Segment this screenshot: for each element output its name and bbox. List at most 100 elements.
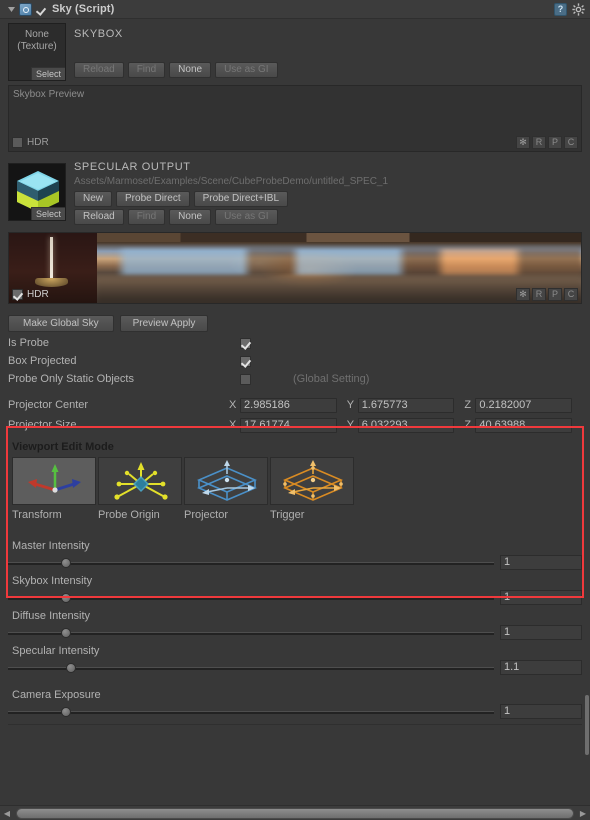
diffuse-intensity-slider-row: 1 bbox=[8, 625, 582, 640]
skybox-texture-thumbnail[interactable]: None (Texture) Select bbox=[8, 23, 66, 81]
specular-mode-c-button[interactable]: C bbox=[564, 288, 578, 301]
camera-exposure-knob[interactable] bbox=[61, 706, 72, 717]
is-probe-label: Is Probe bbox=[8, 337, 49, 349]
specular-none-button[interactable]: None bbox=[169, 209, 212, 225]
master-intensity-label: Master Intensity bbox=[12, 540, 90, 552]
skybox-select-button[interactable]: Select bbox=[30, 67, 65, 80]
toggle-row-is-probe[interactable]: Is Probe bbox=[0, 334, 590, 352]
specular-probe-direct-button[interactable]: Probe Direct bbox=[116, 191, 190, 207]
box-projected-checkbox[interactable] bbox=[240, 355, 251, 367]
projector-size-x-field[interactable]: X 17.61774 bbox=[229, 417, 337, 433]
box-projected-label: Box Projected bbox=[8, 355, 77, 367]
vem-button-probe-origin[interactable] bbox=[98, 457, 182, 505]
projector-size-x-value[interactable]: 17.61774 bbox=[240, 417, 337, 433]
projector-center-z-field[interactable]: Z 0.2182007 bbox=[464, 397, 572, 413]
specular-use-as-gi-button[interactable]: Use as GI bbox=[215, 209, 278, 225]
skybox-mode-r-button[interactable]: R bbox=[532, 136, 546, 149]
skybox-intensity-knob[interactable] bbox=[61, 592, 72, 603]
is-probe-checkbox[interactable] bbox=[240, 337, 251, 349]
specular-cubemap-thumbnail[interactable]: Select bbox=[8, 163, 66, 221]
slider-group-specular-intensity: Specular Intensity 1.1 bbox=[8, 640, 582, 675]
skybox-action-buttons: Reload Find None Use as GI bbox=[74, 62, 582, 78]
specular-intensity-slider-row: 1.1 bbox=[8, 660, 582, 675]
master-intensity-value[interactable]: 1 bbox=[500, 555, 582, 570]
camera-exposure-track[interactable] bbox=[8, 705, 494, 719]
skybox-reload-button[interactable]: Reload bbox=[74, 62, 124, 78]
skybox-use-as-gi-button[interactable]: Use as GI bbox=[215, 62, 278, 78]
specular-preview-mode-buttons: ✻ R P C bbox=[516, 288, 578, 301]
projector-size-y-value[interactable]: 6.032293 bbox=[357, 417, 455, 433]
specular-hdr-checkbox[interactable] bbox=[12, 289, 23, 300]
skybox-hdr-checkbox[interactable] bbox=[12, 137, 23, 148]
vertical-scrollbar-thumb[interactable] bbox=[585, 694, 589, 755]
specular-mode-p-button[interactable]: P bbox=[548, 288, 562, 301]
skybox-hdr-toggle[interactable]: HDR bbox=[12, 137, 49, 148]
specular-find-button[interactable]: Find bbox=[127, 209, 166, 225]
specular-hdr-toggle[interactable]: HDR bbox=[12, 289, 49, 300]
skybox-intensity-value[interactable]: 1 bbox=[500, 590, 582, 605]
specular-intensity-value[interactable]: 1.1 bbox=[500, 660, 582, 675]
skybox-preview-mode-buttons: ✻ R P C bbox=[516, 136, 578, 149]
scroll-left-arrow-icon[interactable]: ◀ bbox=[0, 807, 14, 820]
toggle-rows-group: Is Probe Box Projected Probe Only Static… bbox=[0, 334, 590, 388]
specular-preview-panel[interactable]: HDR ✻ R P C bbox=[8, 232, 582, 304]
scroll-right-arrow-icon[interactable]: ▶ bbox=[576, 807, 590, 820]
make-global-sky-button[interactable]: Make Global Sky bbox=[8, 315, 114, 332]
projector-center-y-value[interactable]: 1.675773 bbox=[357, 397, 455, 413]
camera-exposure-value[interactable]: 1 bbox=[500, 704, 582, 719]
component-enabled-checkbox[interactable] bbox=[37, 4, 48, 15]
foldout-arrow-icon[interactable] bbox=[6, 4, 17, 15]
toggle-row-box-projected[interactable]: Box Projected bbox=[0, 352, 590, 370]
vem-button-trigger[interactable] bbox=[270, 457, 354, 505]
projector-size-y-field[interactable]: Y 6.032293 bbox=[347, 417, 455, 433]
horizontal-scrollbar[interactable]: ◀ ▶ bbox=[0, 805, 590, 820]
help-icon[interactable]: ? bbox=[554, 3, 567, 16]
projector-center-x-field[interactable]: X 2.985186 bbox=[229, 397, 337, 413]
slider-group-skybox-intensity: Skybox Intensity 1 bbox=[8, 570, 582, 605]
vertical-scrollbar[interactable] bbox=[584, 19, 590, 805]
viewport-edit-mode-title: Viewport Edit Mode bbox=[12, 441, 114, 453]
probe-only-static-checkbox[interactable] bbox=[240, 373, 251, 385]
toggle-row-probe-only-static[interactable]: Probe Only Static Objects (Global Settin… bbox=[0, 370, 590, 388]
component-header[interactable]: Sky (Script) ? bbox=[0, 0, 590, 19]
horizontal-scrollbar-track[interactable] bbox=[14, 807, 576, 819]
vem-button-transform[interactable] bbox=[12, 457, 96, 505]
projector-size-z-field[interactable]: Z 40.63988 bbox=[464, 417, 572, 433]
specular-intensity-track[interactable] bbox=[8, 661, 494, 675]
skybox-find-button[interactable]: Find bbox=[127, 62, 166, 78]
skybox-intensity-track[interactable] bbox=[8, 591, 494, 605]
diffuse-intensity-knob[interactable] bbox=[61, 627, 72, 638]
global-sky-buttons: Make Global Sky Preview Apply bbox=[0, 304, 590, 334]
master-intensity-knob[interactable] bbox=[61, 557, 72, 568]
skybox-preview-panel[interactable]: Skybox Preview HDR ✻ R P C bbox=[8, 85, 582, 152]
axis-label-x: X bbox=[229, 399, 237, 411]
skybox-slot: None (Texture) Select SKYBOX Reload Find… bbox=[0, 19, 590, 81]
specular-mode-r-button[interactable]: R bbox=[532, 288, 546, 301]
skybox-mode-c-button[interactable]: C bbox=[564, 136, 578, 149]
specular-mode-star-button[interactable]: ✻ bbox=[516, 288, 530, 301]
skybox-mode-p-button[interactable]: P bbox=[548, 136, 562, 149]
specular-reload-button[interactable]: Reload bbox=[74, 209, 124, 225]
projector-center-label: Projector Center bbox=[8, 399, 89, 411]
specular-new-button[interactable]: New bbox=[74, 191, 113, 207]
projector-center-x-value[interactable]: 2.985186 bbox=[240, 397, 337, 413]
probe-origin-gizmo-icon bbox=[114, 462, 168, 500]
diffuse-intensity-value[interactable]: 1 bbox=[500, 625, 582, 640]
axis-label-x: X bbox=[229, 419, 237, 431]
vem-button-projector[interactable] bbox=[184, 457, 268, 505]
specular-probe-direct-ibl-button[interactable]: Probe Direct+IBL bbox=[193, 191, 289, 207]
skybox-none-button[interactable]: None bbox=[169, 62, 212, 78]
gear-icon[interactable] bbox=[572, 3, 585, 16]
specular-slot-body: SPECULAR OUTPUT Assets/Marmoset/Examples… bbox=[74, 159, 582, 225]
preview-apply-button[interactable]: Preview Apply bbox=[119, 315, 209, 332]
projector-center-z-value[interactable]: 0.2182007 bbox=[475, 397, 572, 413]
specular-select-button[interactable]: Select bbox=[30, 207, 65, 220]
projector-size-z-value[interactable]: 40.63988 bbox=[475, 417, 572, 433]
diffuse-intensity-track[interactable] bbox=[8, 626, 494, 640]
horizontal-scrollbar-thumb[interactable] bbox=[16, 807, 574, 819]
projector-center-y-field[interactable]: Y 1.675773 bbox=[347, 397, 455, 413]
master-intensity-track[interactable] bbox=[8, 556, 494, 570]
slider-group-diffuse-intensity: Diffuse Intensity 1 bbox=[8, 605, 582, 640]
specular-intensity-knob[interactable] bbox=[66, 662, 77, 673]
skybox-mode-star-button[interactable]: ✻ bbox=[516, 136, 530, 149]
